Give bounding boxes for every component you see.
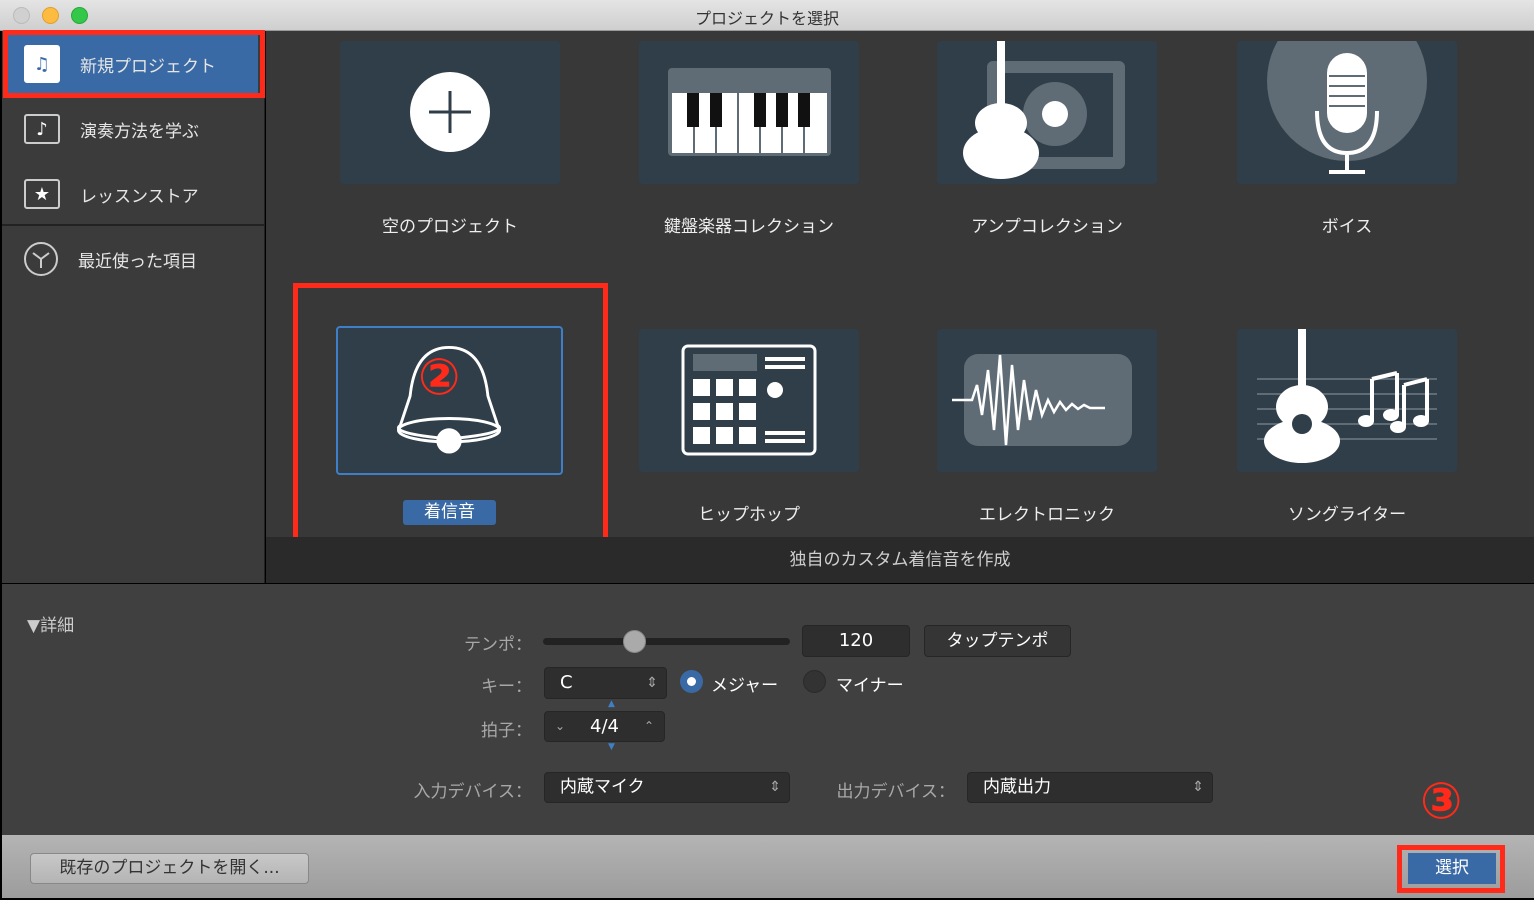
triangle-up-icon: ▲ xyxy=(608,699,615,709)
template-keyboard-collection[interactable] xyxy=(639,41,859,184)
sidebar: ♫ 新規プロジェクト ♪ 演奏方法を学ぶ ★ レッスンストア 最近使った項目 xyxy=(2,31,265,583)
chevron-down-icon[interactable]: ⌄ xyxy=(555,712,565,741)
output-device-select[interactable]: 内蔵出力 ⇕ xyxy=(967,772,1213,803)
template-songwriter[interactable] xyxy=(1237,329,1457,472)
template-label: ヒップホップ xyxy=(698,505,800,525)
tempo-slider[interactable] xyxy=(543,630,790,653)
template-electronic[interactable] xyxy=(937,329,1157,472)
template-description: 独自のカスタム着信音を作成 xyxy=(266,537,1534,583)
details-toggle[interactable]: ▼詳細 xyxy=(27,611,74,636)
sidebar-item-label: 演奏方法を学ぶ xyxy=(80,121,199,142)
template-amp-collection[interactable] xyxy=(937,41,1157,184)
key-value: C xyxy=(560,672,573,693)
major-label: メジャー xyxy=(711,676,779,696)
tap-tempo-button[interactable]: タップテンポ xyxy=(924,625,1071,657)
chevron-up-icon[interactable]: ⌃ xyxy=(644,712,654,741)
plus-icon xyxy=(410,72,490,152)
drum-machine-icon xyxy=(681,344,817,456)
time-signature-value: 4/4 xyxy=(590,716,619,737)
template-label: 空のプロジェクト xyxy=(382,217,518,237)
key-select[interactable]: C ⇕ xyxy=(544,667,667,699)
tempo-label: テンポ： xyxy=(464,635,532,655)
acoustic-guitar-icon xyxy=(1257,329,1437,463)
sidebar-item-label: 最近使った項目 xyxy=(78,251,197,272)
amp-guitar-icon xyxy=(963,41,1125,179)
sidebar-item-lesson-store[interactable]: ★ レッスンストア xyxy=(2,164,265,224)
major-radio[interactable] xyxy=(680,670,703,693)
time-signature-stepper[interactable]: ⌄ 4/4 ⌃ xyxy=(544,711,665,742)
waveform-icon xyxy=(952,354,1132,446)
updown-icon: ⇕ xyxy=(769,779,781,795)
title-bar: プロジェクトを選択 xyxy=(0,0,1534,31)
triangle-down-icon: ▼ xyxy=(608,742,615,752)
sidebar-item-label: レッスンストア xyxy=(80,186,199,207)
output-device-label: 出力デバイス： xyxy=(836,782,956,802)
template-label: ボイス xyxy=(1321,217,1373,237)
sidebar-item-recent[interactable]: 最近使った項目 xyxy=(2,229,265,289)
clock-icon xyxy=(24,242,58,276)
input-device-label: 入力デバイス： xyxy=(413,782,533,802)
time-signature-label: 拍子： xyxy=(481,721,532,741)
tempo-field[interactable]: 120 xyxy=(802,625,910,657)
template-empty-project[interactable] xyxy=(340,41,560,184)
template-label: エレクトロニック xyxy=(979,505,1115,525)
output-device-value: 内蔵出力 xyxy=(983,777,1051,797)
input-device-select[interactable]: 内蔵マイク ⇕ xyxy=(544,772,790,803)
annotation-box-2 xyxy=(293,283,608,547)
template-voice[interactable] xyxy=(1237,41,1457,184)
window-title: プロジェクトを選択 xyxy=(694,9,839,28)
keyboard-icon xyxy=(668,68,831,156)
sidebar-item-learn[interactable]: ♪ 演奏方法を学ぶ xyxy=(2,99,265,159)
updown-icon: ⇕ xyxy=(646,675,658,691)
input-device-value: 内蔵マイク xyxy=(560,777,645,797)
open-existing-project-button[interactable]: 既存のプロジェクトを開く... xyxy=(30,853,309,884)
template-hip-hop[interactable] xyxy=(639,329,859,472)
music-note-icon: ♪ xyxy=(24,114,60,144)
annotation-3: ③ xyxy=(1420,772,1463,830)
template-label: ソングライター xyxy=(1287,505,1407,525)
key-label: キー： xyxy=(481,677,532,697)
microphone-icon xyxy=(1267,41,1427,174)
annotation-box-1 xyxy=(3,30,265,98)
updown-icon: ⇕ xyxy=(1192,779,1204,795)
minor-label: マイナー xyxy=(836,676,904,696)
template-label: アンプコレクション xyxy=(971,217,1123,237)
star-icon: ★ xyxy=(24,179,60,209)
annotation-box-3 xyxy=(1397,845,1505,893)
sidebar-divider xyxy=(2,224,265,226)
minor-radio[interactable] xyxy=(803,670,826,693)
template-label: 鍵盤楽器コレクション xyxy=(664,217,834,237)
